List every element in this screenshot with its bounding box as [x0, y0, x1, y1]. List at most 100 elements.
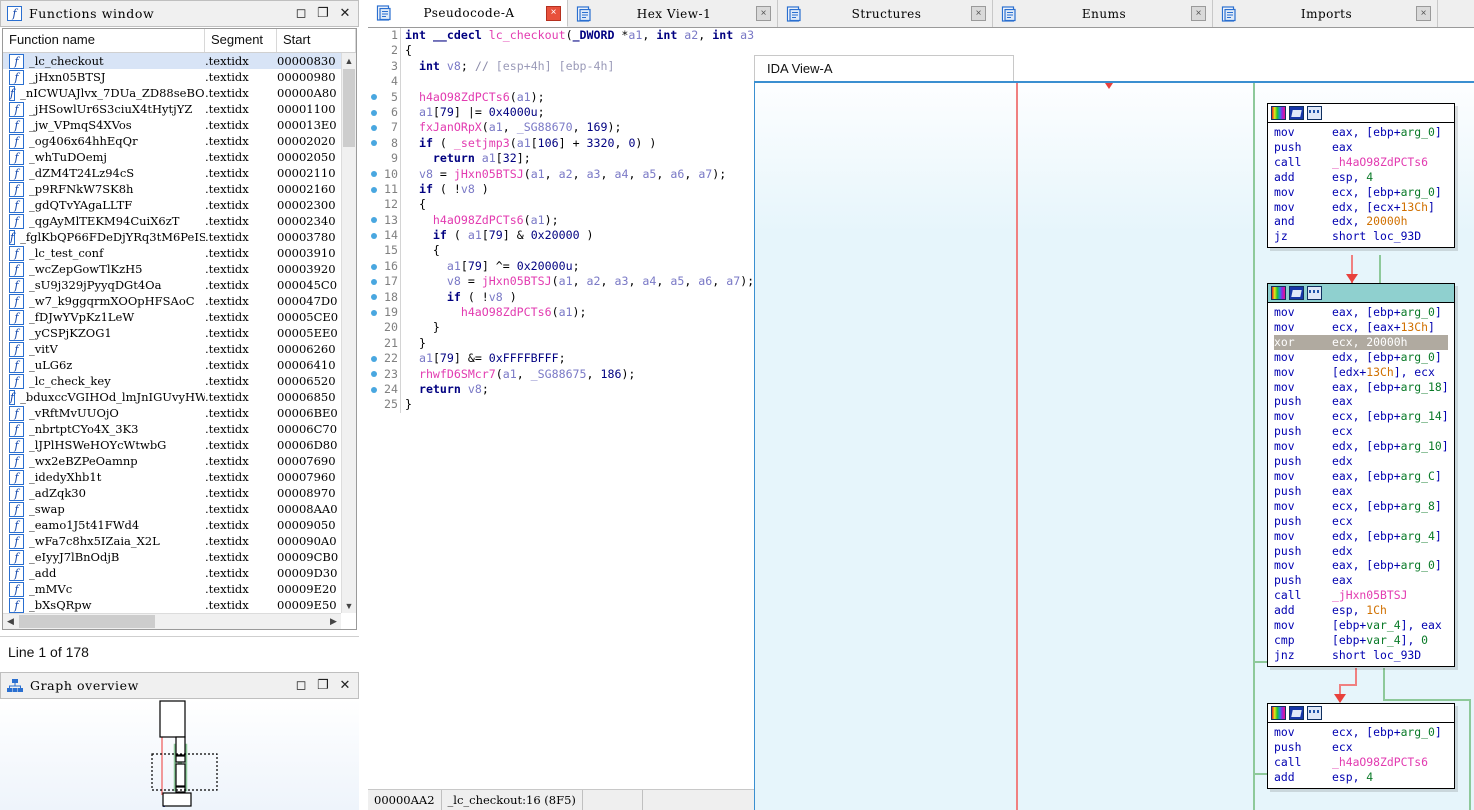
breakpoint-marker-icon[interactable] [368, 43, 379, 58]
function-list-row[interactable]: f _jHSowlUr6S3ciuX4tHytjYZ .textidx 0000110… [3, 101, 341, 117]
pseudocode-line[interactable]: 7 fxJanORpX(a1, _SG88670, 169); [368, 120, 754, 136]
breakpoint-marker-icon[interactable] [368, 305, 379, 320]
tab-pseudocode-a[interactable]: Pseudocode-A × [368, 0, 568, 27]
assembly-instruction[interactable]: jnz short loc_93D [1274, 648, 1448, 663]
assembly-instruction[interactable]: mov [ebp+var_4], eax [1274, 618, 1448, 633]
pseudocode-line[interactable]: 21 } [368, 335, 754, 352]
tab-imports[interactable]: Imports × [1213, 0, 1438, 27]
function-list-row[interactable]: f _mMVc .textidx 00009E20 [3, 581, 341, 597]
pseudocode-line[interactable]: 19 h4aO98ZdPCTs6(a1); [368, 305, 754, 321]
assembly-instruction[interactable]: cmp [ebp+var_4], 0 [1274, 633, 1448, 648]
breakpoint-marker-icon[interactable] [368, 274, 379, 289]
function-list-row[interactable]: f _wx2eBZPeOamnp .textidx 00007690 [3, 453, 341, 469]
tab-close-icon[interactable]: × [971, 6, 986, 21]
breakpoint-marker-icon[interactable] [368, 397, 379, 412]
function-list-row[interactable]: f _fDJwYVpKz1LeW .textidx 00005CE0 [3, 309, 341, 325]
assembly-instruction[interactable]: mov ecx, [ebp+arg_0] [1274, 725, 1448, 740]
function-list-row[interactable]: f _dZM4T24Lz94cS .textidx 00002110 [3, 165, 341, 181]
assembly-instruction[interactable]: mov eax, [ebp+arg_0] [1274, 558, 1448, 573]
assembly-instruction[interactable]: add esp, 4 [1274, 770, 1448, 785]
function-list-row[interactable]: f _swap .textidx 00008AA0 [3, 501, 341, 517]
breakpoint-marker-icon[interactable] [368, 228, 379, 243]
assembly-instruction[interactable]: push eax [1274, 394, 1448, 409]
breakpoint-marker-icon[interactable] [368, 90, 379, 105]
pseudocode-line[interactable]: 5 h4aO98ZdPCTs6(a1); [368, 89, 754, 105]
scroll-right-icon[interactable]: ▶ [326, 616, 341, 627]
function-list-row[interactable]: f _qgAyMlTEKM94CuiX6zT .textidx 00002340 [3, 213, 341, 229]
function-list-row[interactable]: f _gdQTvYAgaLLTF .textidx 00002300 [3, 197, 341, 213]
pseudocode-line[interactable]: 6 a1[79] |= 0x4000u; [368, 104, 754, 121]
color-icon[interactable] [1271, 706, 1286, 720]
vertical-scroll-thumb[interactable] [343, 69, 355, 147]
assembly-instruction[interactable]: mov eax, [ebp+arg_C] [1274, 469, 1448, 484]
breakpoint-marker-icon[interactable] [368, 367, 379, 382]
assembly-instruction[interactable]: mov edx, [ebp+arg_4] [1274, 529, 1448, 544]
assembly-instruction[interactable]: and edx, 20000h [1274, 214, 1448, 229]
tab-close-icon[interactable]: × [1416, 6, 1431, 21]
assembly-instruction[interactable]: push edx [1274, 454, 1448, 469]
assembly-instruction[interactable]: mov edx, [ebp+arg_0] [1274, 350, 1448, 365]
function-list-row[interactable]: f _lJPlHSWeHOYcWtwbG .textidx 00006D80 [3, 437, 341, 453]
maximize-icon[interactable]: ◻ [290, 3, 312, 24]
maximize-icon[interactable]: ◻ [290, 675, 312, 696]
pseudocode-source[interactable]: 1 int __cdecl lc_checkout(_DWORD *a1, int… [368, 28, 754, 413]
function-list-row[interactable]: f _w7_k9ggqrmXOOpHFSAoC .textidx 000047D0 [3, 293, 341, 309]
pseudocode-line[interactable]: 15 { [368, 243, 754, 259]
breakpoint-marker-icon[interactable] [368, 382, 379, 397]
assembly-instruction[interactable]: push ecx [1274, 740, 1448, 755]
tab-structures[interactable]: Structures × [778, 0, 993, 27]
breakpoint-marker-icon[interactable] [368, 136, 379, 151]
function-list-row[interactable]: f _adZqk30 .textidx 00008970 [3, 485, 341, 501]
assembly-instruction[interactable]: mov ecx, [eax+13Ch] [1274, 320, 1448, 335]
function-list-row[interactable]: f _jw_VPmqS4XVos .textidx 000013E0 [3, 117, 341, 133]
pseudocode-line[interactable]: 17 v8 = jHxn05BTSJ(a1, a2, a3, a4, a5, a… [368, 274, 754, 290]
function-list-row[interactable]: f _bXsQRpw .textidx 00009E50 [3, 597, 341, 613]
breakpoint-marker-icon[interactable] [368, 120, 379, 135]
pseudocode-line[interactable]: 22 a1[79] &= 0xFFFFBFFF; [368, 351, 754, 367]
assembly-instruction[interactable]: push edx [1274, 544, 1448, 559]
pseudocode-line[interactable]: 25} [368, 397, 754, 413]
assembly-instruction[interactable]: call _h4aO98ZdPCTs6 [1274, 155, 1448, 170]
color-icon[interactable] [1271, 286, 1286, 300]
pseudocode-line[interactable]: 11 if ( !v8 ) [368, 181, 754, 198]
tab-close-icon[interactable]: × [1191, 6, 1206, 21]
breakpoint-marker-icon[interactable] [368, 105, 379, 120]
assembly-instruction[interactable]: add esp, 1Ch [1274, 603, 1448, 618]
function-list-row[interactable]: f _nICWUAJlvx_7DUa_ZD88seBOSB .textidx 0000… [3, 85, 341, 101]
ida-view-a-tab[interactable]: IDA View-A [754, 55, 1014, 81]
layout-icon[interactable] [1307, 706, 1322, 720]
assembly-instruction[interactable]: call _h4aO98ZdPCTs6 [1274, 755, 1448, 770]
assembly-instruction[interactable]: mov ecx, [ebp+arg_14] [1274, 409, 1449, 424]
close-icon[interactable]: ✕ [334, 3, 356, 24]
assembly-instruction[interactable]: mov edx, [ebp+arg_10] [1274, 439, 1449, 454]
assembly-instruction[interactable]: push ecx [1274, 424, 1448, 439]
pseudocode-line[interactable]: 2{ [368, 43, 754, 59]
assembly-instruction[interactable]: call _jHxn05BTSJ [1274, 588, 1448, 603]
color-icon[interactable] [1271, 106, 1286, 120]
breakpoint-marker-icon[interactable] [368, 28, 379, 43]
restore-icon[interactable]: ❐ [312, 675, 334, 696]
breakpoint-marker-icon[interactable] [368, 59, 379, 74]
breakpoint-marker-icon[interactable] [368, 167, 379, 182]
assembly-instruction[interactable]: add esp, 4 [1274, 170, 1448, 185]
function-list-row[interactable]: f _add .textidx 00009D30 [3, 565, 341, 581]
pseudocode-line[interactable]: 13 h4aO98ZdPCTs6(a1); [368, 212, 754, 229]
function-list-row[interactable]: f _nbrtptCYo4X_3K3 .textidx 00006C70 [3, 421, 341, 437]
breakpoint-marker-icon[interactable] [368, 351, 379, 366]
tab-enums[interactable]: Enums × [993, 0, 1213, 27]
breakpoint-marker-icon[interactable] [368, 320, 379, 335]
pseudocode-line[interactable]: 4 [368, 74, 754, 90]
pseudocode-line[interactable]: 23 rhwfD6SMcr7(a1, _SG88675, 186); [368, 366, 754, 382]
assembly-instruction[interactable]: mov eax, [ebp+arg_0] [1274, 305, 1448, 320]
graph-node-2[interactable]: mov eax, [ebp+arg_0] mov ecx, [eax+13Ch] xor… [1267, 283, 1455, 667]
column-header-function-name[interactable]: Function name [3, 29, 205, 52]
layout-icon[interactable] [1307, 106, 1322, 120]
scroll-left-icon[interactable]: ◀ [3, 616, 18, 627]
disassembly-graph-canvas[interactable]: mov eax, [ebp+arg_0] push eax call _h4aO98ZdP… [754, 81, 1474, 810]
tab-close-icon[interactable]: × [546, 5, 561, 21]
pencil-icon[interactable] [1289, 706, 1304, 720]
restore-icon[interactable]: ❐ [312, 3, 334, 24]
pseudocode-line[interactable]: 8 if ( _setjmp3(a1[106] + 3320, 0) ) [368, 135, 754, 152]
tab-hex-view-1[interactable]: Hex View-1 × [568, 0, 778, 27]
breakpoint-marker-icon[interactable] [368, 259, 379, 274]
